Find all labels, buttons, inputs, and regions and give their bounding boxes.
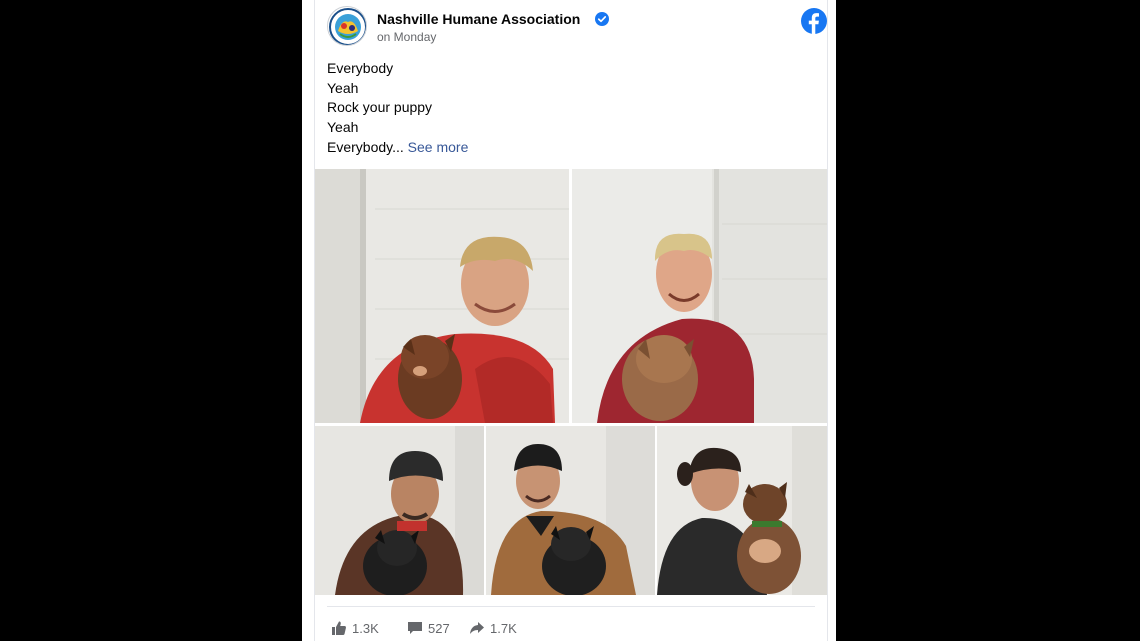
post-header: Nashville Humane Association on Monday [327,6,827,50]
comments-count-text: 527 [428,620,450,636]
photo-1[interactable] [315,169,569,423]
comments-count[interactable]: 527 [407,619,450,637]
post-card: Nashville Humane Association on Monday E… [302,0,836,641]
photo-3[interactable] [315,426,484,595]
likes-count-text: 1.3K [352,620,379,636]
humane-association-logo-icon [329,8,366,45]
photo-grid [315,169,827,595]
post-timestamp[interactable]: on Monday [377,30,436,44]
post-text-line: Yeah [327,119,359,136]
page-avatar[interactable] [327,6,367,46]
photo-1-image [315,169,569,423]
page-name-link[interactable]: Nashville Humane Association [377,11,580,27]
photo-2-image [572,169,827,423]
photo-5[interactable] [657,426,827,595]
verified-badge-icon [595,12,609,26]
shares-count[interactable]: 1.7K [469,619,517,637]
see-more-link[interactable]: See more [408,139,469,155]
post-text-line: Everybody... [327,138,404,155]
post-text-line: Yeah [327,79,359,96]
photo-4[interactable] [486,426,655,595]
photo-2[interactable] [572,169,827,423]
post-text-line: Rock your puppy [327,99,433,116]
post-text-last-line: Everybody... See more [327,138,807,158]
thumbs-up-icon [332,621,346,635]
post-card-body: Nashville Humane Association on Monday E… [314,0,828,641]
post-message: Everybody Yeah Rock your puppy Yeah Ever… [327,59,807,158]
photo-5-image [657,426,827,595]
post-text-line: Everybody [327,60,394,76]
likes-count[interactable]: 1.3K [331,619,379,637]
facebook-logo-icon[interactable] [801,8,827,34]
footer-divider [327,606,815,607]
share-arrow-icon [470,622,484,634]
photo-4-image [486,426,655,595]
photo-3-image [315,426,484,595]
shares-count-text: 1.7K [490,620,517,636]
comment-icon [408,622,422,634]
